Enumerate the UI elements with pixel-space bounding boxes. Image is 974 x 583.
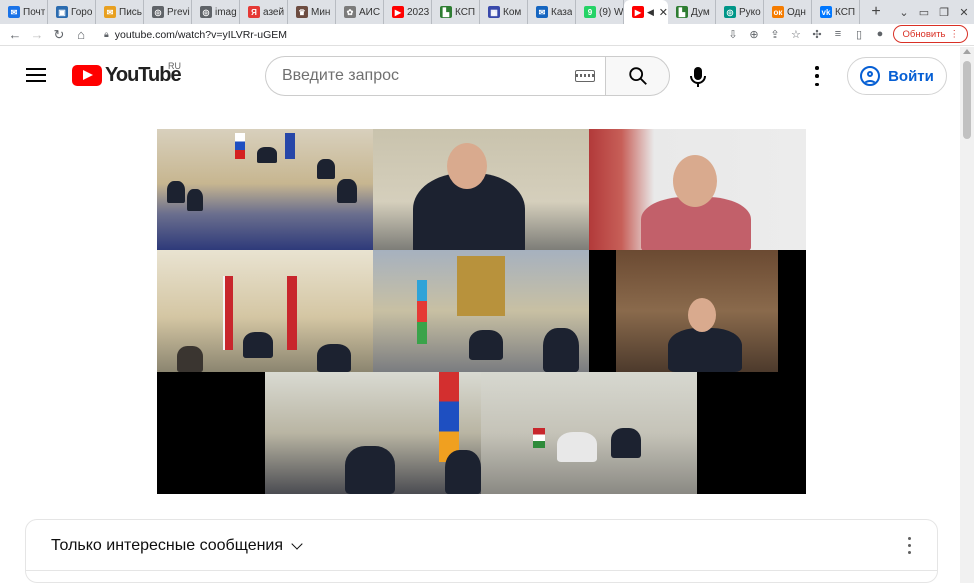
reload-icon[interactable]: ↻	[48, 27, 70, 43]
toolbar-actions: ⇩ ⊕ ⇪ ☆ ✣ ≡ ▯ ● Обновить ⋮	[725, 25, 968, 43]
comments-more-icon[interactable]	[906, 537, 912, 554]
video-tile-tajikistan	[481, 372, 697, 494]
vk-icon: vk	[820, 6, 832, 18]
youtube-icon: ▶	[392, 6, 404, 18]
globe-icon: ◎	[200, 6, 212, 18]
back-icon[interactable]: ←	[4, 27, 26, 42]
emblem-icon: ♛	[296, 6, 308, 18]
update-button[interactable]: Обновить ⋮	[893, 25, 968, 43]
install-icon[interactable]: ⇩	[725, 28, 740, 41]
video-tile-belarus	[157, 250, 373, 372]
emblem-icon: ✿	[344, 6, 356, 18]
profile-icon[interactable]: ●	[872, 28, 887, 40]
youtube-header: YouTube RU Войти	[0, 47, 960, 105]
browser-tab[interactable]: ▶ 2023	[384, 0, 432, 24]
new-tab-button[interactable]: +	[864, 0, 888, 24]
globe-icon: ◎	[724, 6, 736, 18]
browser-tab[interactable]: ▣ Горо	[48, 0, 96, 24]
audio-icon: ◀)	[647, 6, 654, 17]
browser-tab[interactable]: ◎ Руко	[716, 0, 764, 24]
scroll-thumb[interactable]	[963, 61, 971, 139]
search-box	[265, 56, 605, 96]
comments-sort-dropdown[interactable]: Только интересные сообщения	[51, 537, 303, 555]
restore-icon[interactable]: ❐	[934, 6, 954, 19]
address-bar-row: ← → ↻ ⌂ 🔒︎ youtube.com/watch?v=yILVRr-uG…	[0, 24, 974, 46]
browser-tab[interactable]: 9 (9) W	[576, 0, 624, 24]
voice-search-button[interactable]	[688, 66, 708, 93]
side-panel-icon[interactable]: ▯	[851, 28, 866, 41]
extensions-icon[interactable]: ✣	[809, 28, 824, 41]
globe-icon: ◎	[152, 6, 164, 18]
yandex-icon: Я	[248, 6, 260, 18]
browser-tab[interactable]: ▙ КСП	[432, 0, 480, 24]
account-icon	[860, 66, 881, 86]
settings-more-icon[interactable]	[814, 66, 820, 86]
more-vertical-icon: ⋮	[949, 28, 960, 40]
search-icon	[628, 67, 647, 85]
chevron-down-icon	[291, 537, 303, 550]
browser-tab[interactable]: ✉ Почт	[0, 0, 48, 24]
browser-tab[interactable]: ок Одн	[764, 0, 812, 24]
page-scrollbar[interactable]	[960, 47, 974, 583]
mail-icon: ✉	[8, 6, 20, 18]
youtube-icon: ▶	[632, 6, 644, 18]
keyboard-icon[interactable]	[575, 70, 595, 82]
divider	[26, 570, 937, 571]
mail-icon: ✉	[536, 6, 548, 18]
close-window-icon[interactable]: ✕	[954, 6, 974, 19]
video-tile-woman	[589, 129, 806, 250]
ksp-icon: ▙	[440, 6, 452, 18]
comments-panel: Только интересные сообщения	[25, 519, 938, 583]
browser-tab[interactable]: ♛ Мин	[288, 0, 336, 24]
city-icon: ▣	[56, 6, 68, 18]
video-tile-azerbaijan	[373, 250, 589, 372]
browser-tab[interactable]: ▦ Ком	[480, 0, 528, 24]
browser-tab[interactable]: ✉ Пись	[96, 0, 144, 24]
minimize-icon[interactable]: ▭	[914, 6, 934, 19]
close-tab-icon[interactable]: ✕	[659, 6, 668, 19]
microphone-icon	[690, 67, 706, 87]
video-tile-speaker	[373, 129, 589, 250]
browser-tab-strip: ✉ Почт ▣ Горо ✉ Пись ◎ Previ ◎ imag Яазей ♛ Ми…	[0, 0, 974, 24]
video-tile-wood-office	[616, 250, 778, 372]
youtube-play-icon	[72, 65, 102, 86]
duma-icon: ▙	[676, 6, 688, 18]
tab-search-icon[interactable]: ⌄	[894, 6, 914, 19]
browser-tab[interactable]: ▙ Дум	[668, 0, 716, 24]
region-code: RU	[168, 61, 181, 71]
lock-icon[interactable]: 🔒︎	[104, 29, 109, 40]
letter-icon: ✉	[104, 6, 116, 18]
url-field[interactable]: 🔒︎ youtube.com/watch?v=yILVRr-uGEM	[104, 29, 704, 41]
media-control-icon[interactable]: ≡	[830, 28, 845, 40]
scroll-up-arrow-icon[interactable]	[963, 49, 971, 54]
whatsapp-icon: 9	[584, 6, 596, 18]
search-button[interactable]	[605, 56, 670, 96]
forward-icon[interactable]: →	[26, 27, 48, 42]
home-icon[interactable]: ⌂	[70, 27, 92, 42]
browser-tab[interactable]: Яазей	[240, 0, 288, 24]
tab-list: ✉ Почт ▣ Горо ✉ Пись ◎ Previ ◎ imag Яазей ♛ Ми…	[0, 0, 860, 24]
signin-button[interactable]: Войти	[847, 57, 947, 95]
browser-tab[interactable]: vk КСП	[812, 0, 860, 24]
menu-icon[interactable]	[26, 68, 46, 82]
zoom-icon[interactable]: ⊕	[746, 28, 761, 41]
browser-tab[interactable]: ◎ Previ	[144, 0, 192, 24]
ok-icon: ок	[772, 6, 784, 18]
youtube-logo[interactable]: YouTube	[72, 64, 182, 87]
video-tile-conference-hall	[157, 129, 373, 250]
video-tile-armenia	[265, 372, 481, 494]
video-player[interactable]	[157, 129, 806, 494]
browser-tab-active[interactable]: ▶◀) ✕	[624, 0, 668, 24]
search-input[interactable]	[282, 67, 552, 85]
window-controls: ⌄ ▭ ❐ ✕	[894, 0, 974, 24]
browser-tab[interactable]: ✿ АИС	[336, 0, 384, 24]
browser-tab[interactable]: ◎ imag	[192, 0, 240, 24]
bookmark-star-icon[interactable]: ☆	[788, 28, 803, 41]
browser-tab[interactable]: ✉ Каза	[528, 0, 576, 24]
com-icon: ▦	[488, 6, 500, 18]
share-icon[interactable]: ⇪	[767, 28, 782, 41]
